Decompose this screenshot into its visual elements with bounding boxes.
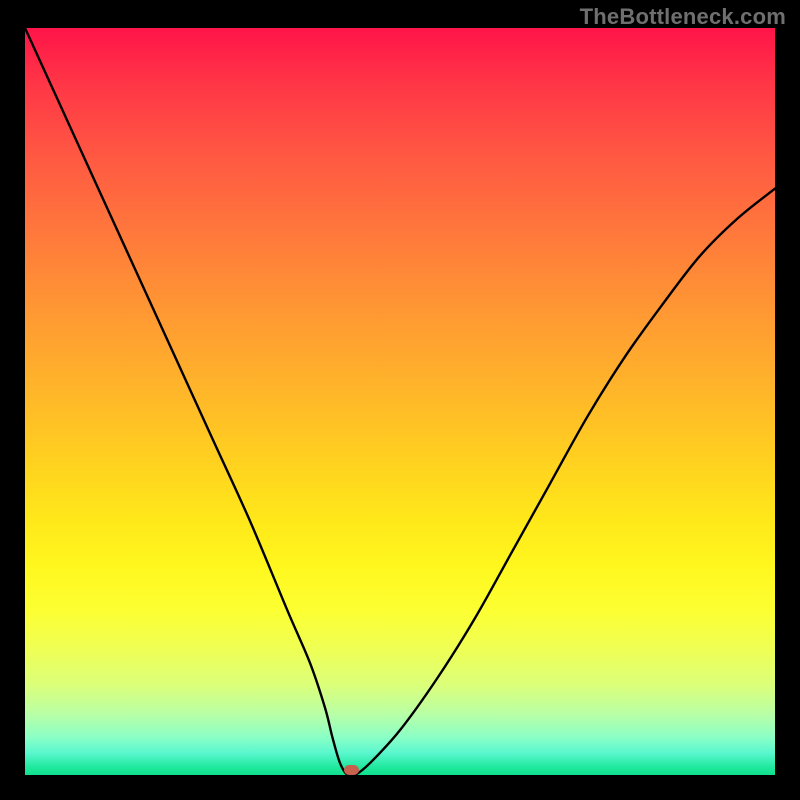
bottleneck-curve — [25, 28, 775, 775]
minimum-marker — [344, 765, 359, 775]
watermark-text: TheBottleneck.com — [580, 4, 786, 30]
plot-area — [25, 28, 775, 775]
chart-frame: TheBottleneck.com — [0, 0, 800, 800]
